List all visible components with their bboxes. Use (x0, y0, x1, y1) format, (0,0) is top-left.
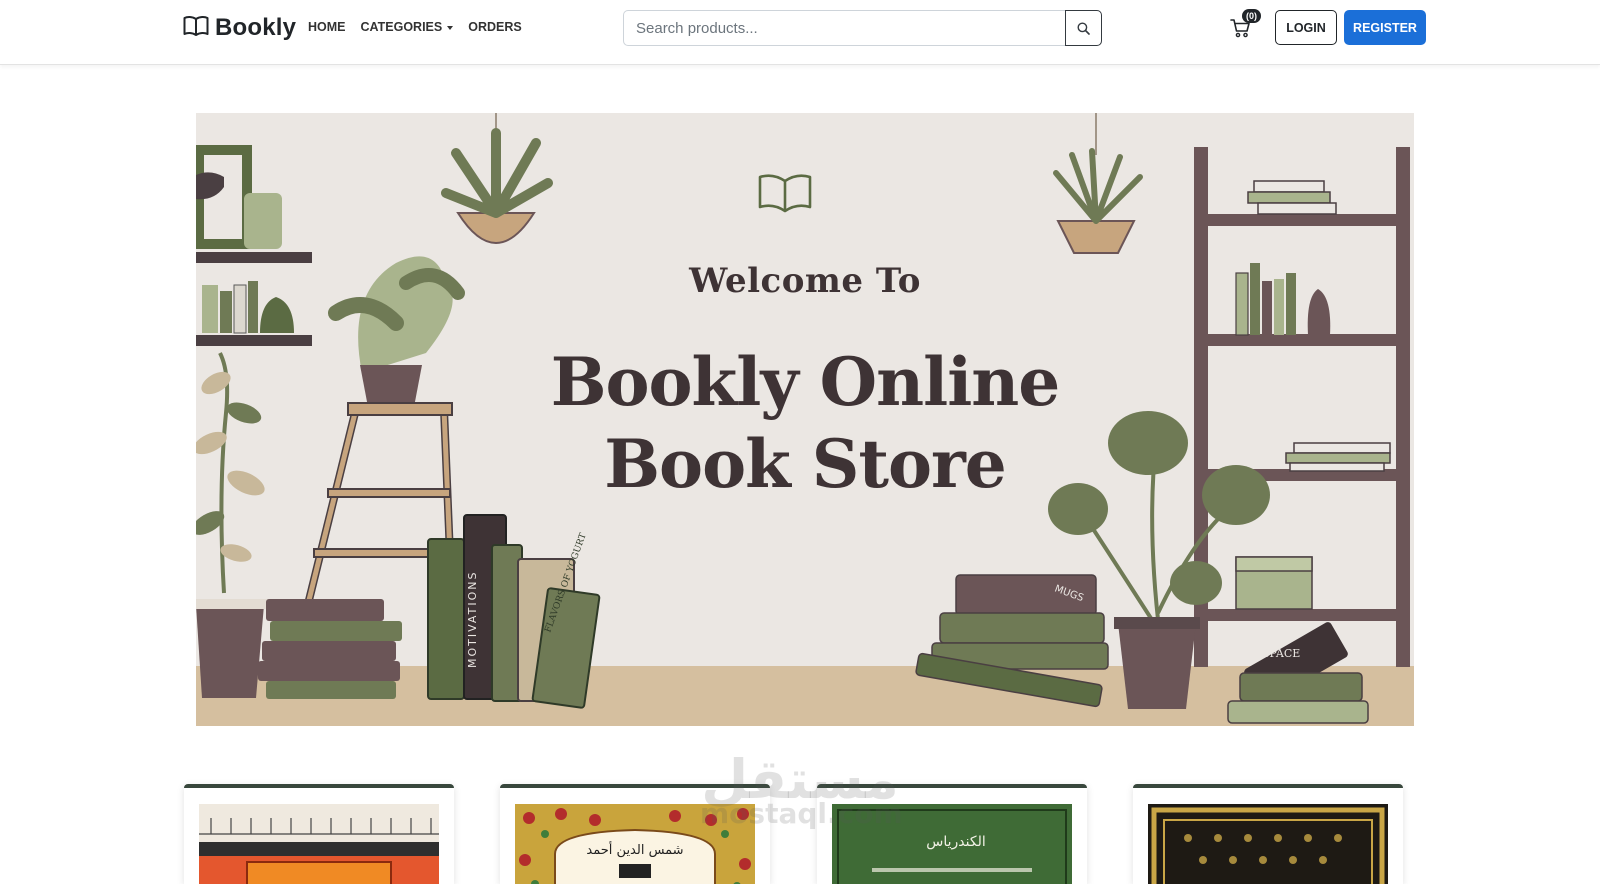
brand-logo-link[interactable]: Bookly (183, 12, 296, 44)
hero-title-line-1: Bookly Online (550, 343, 1061, 421)
caret-down-icon (447, 25, 454, 30)
open-book-icon (183, 15, 209, 42)
product-cover-image (199, 804, 439, 884)
search-input[interactable] (623, 10, 1065, 46)
search-icon (1077, 22, 1090, 35)
nav-categories-label: CATEGORIES (360, 20, 443, 34)
nav-home-link[interactable]: HOME (308, 20, 346, 34)
book-cover-space: SPACE (1262, 647, 1300, 660)
product-card[interactable] (1133, 784, 1403, 884)
hero-banner: MOTIVATIONS FLAVORS OF YOGURT MUGS SPACE… (196, 113, 1414, 726)
product-cover-image: شمس الدين أحمد (515, 804, 755, 884)
nav-orders-link[interactable]: ORDERS (468, 20, 521, 34)
product-card[interactable]: الكندرياس (817, 784, 1087, 884)
top-navbar: Bookly HOME CATEGORIES ORDERS (0) LOGIN … (0, 0, 1600, 65)
book-spine-motivations: MOTIVATIONS (466, 571, 479, 668)
product-card[interactable] (184, 784, 454, 884)
hero-title: Bookly Online Book Store (196, 341, 1414, 505)
search-button[interactable] (1065, 10, 1102, 46)
hero-title-line-2: Book Store (604, 425, 1006, 503)
hero-welcome-text: Welcome To (689, 261, 921, 301)
main-nav: HOME CATEGORIES ORDERS (308, 20, 522, 34)
product-cover-image: الكندرياس (832, 804, 1072, 884)
cart-button[interactable]: (0) (1230, 9, 1264, 40)
brand-name: Bookly (215, 14, 297, 41)
product-cover-text: الكندرياس (926, 834, 985, 850)
product-card[interactable]: شمس الدين أحمد (500, 784, 770, 884)
nav-categories-dropdown[interactable]: CATEGORIES (361, 20, 454, 34)
product-cover-image (1148, 804, 1388, 884)
register-button[interactable]: REGISTER (1344, 10, 1426, 45)
product-cover-text: شمس الدين أحمد (586, 841, 683, 858)
search-form (623, 10, 1102, 46)
cart-count-badge: (0) (1242, 9, 1261, 23)
login-button[interactable]: LOGIN (1275, 10, 1337, 45)
